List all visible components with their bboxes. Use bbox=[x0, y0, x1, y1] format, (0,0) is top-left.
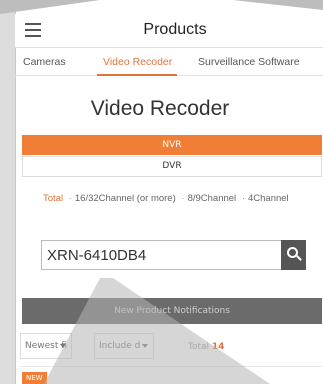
filter-total[interactable]: Total bbox=[43, 193, 63, 204]
channel-filters: Total · 16/32Channel (or more) · 8/9Channe… bbox=[43, 193, 289, 204]
filter-8-9-channel[interactable]: 8/9Channel bbox=[188, 193, 237, 204]
dvr-button[interactable]: DVR bbox=[22, 156, 322, 177]
include-label: Include d bbox=[99, 341, 141, 351]
tab-cameras[interactable]: Cameras bbox=[23, 56, 66, 68]
new-product-notifications-button[interactable]: New Product Notifications bbox=[22, 298, 322, 324]
total-count: Total 14 bbox=[188, 342, 224, 352]
filter-separator: · bbox=[241, 193, 245, 204]
chevron-down-icon bbox=[60, 344, 66, 348]
search-button[interactable] bbox=[281, 240, 306, 270]
chevron-down-icon bbox=[142, 344, 148, 348]
tab-surveillance-software[interactable]: Surveillance Software bbox=[198, 56, 300, 68]
category-tabs: Cameras Video Recoder Surveillance Softw… bbox=[15, 48, 323, 76]
total-count-value: 14 bbox=[211, 342, 225, 352]
filter-4-channel[interactable]: 4Channel bbox=[248, 193, 289, 204]
section-title: Video Recoder bbox=[90, 97, 230, 120]
filter-separator: · bbox=[68, 193, 72, 204]
top-header: Products bbox=[15, 14, 323, 48]
include-discontinued-dropdown[interactable]: Include d bbox=[94, 333, 154, 359]
search-input[interactable] bbox=[47, 244, 277, 266]
tab-video-recoder[interactable]: Video Recoder bbox=[103, 56, 172, 68]
new-badge: NEW bbox=[22, 372, 47, 384]
total-label: Total bbox=[188, 342, 210, 352]
page-title: Products bbox=[143, 21, 207, 38]
active-tab-indicator bbox=[97, 74, 177, 76]
divider bbox=[20, 366, 322, 367]
filter-separator: · bbox=[181, 193, 185, 204]
nvr-button[interactable]: NVR bbox=[22, 135, 322, 155]
page-body: Products Cameras Video Recoder Surveilla… bbox=[15, 0, 323, 384]
filter-16-32-channel[interactable]: 16/32Channel (or more) bbox=[75, 193, 176, 204]
sort-newest-dropdown[interactable]: Newest fi bbox=[20, 333, 72, 359]
